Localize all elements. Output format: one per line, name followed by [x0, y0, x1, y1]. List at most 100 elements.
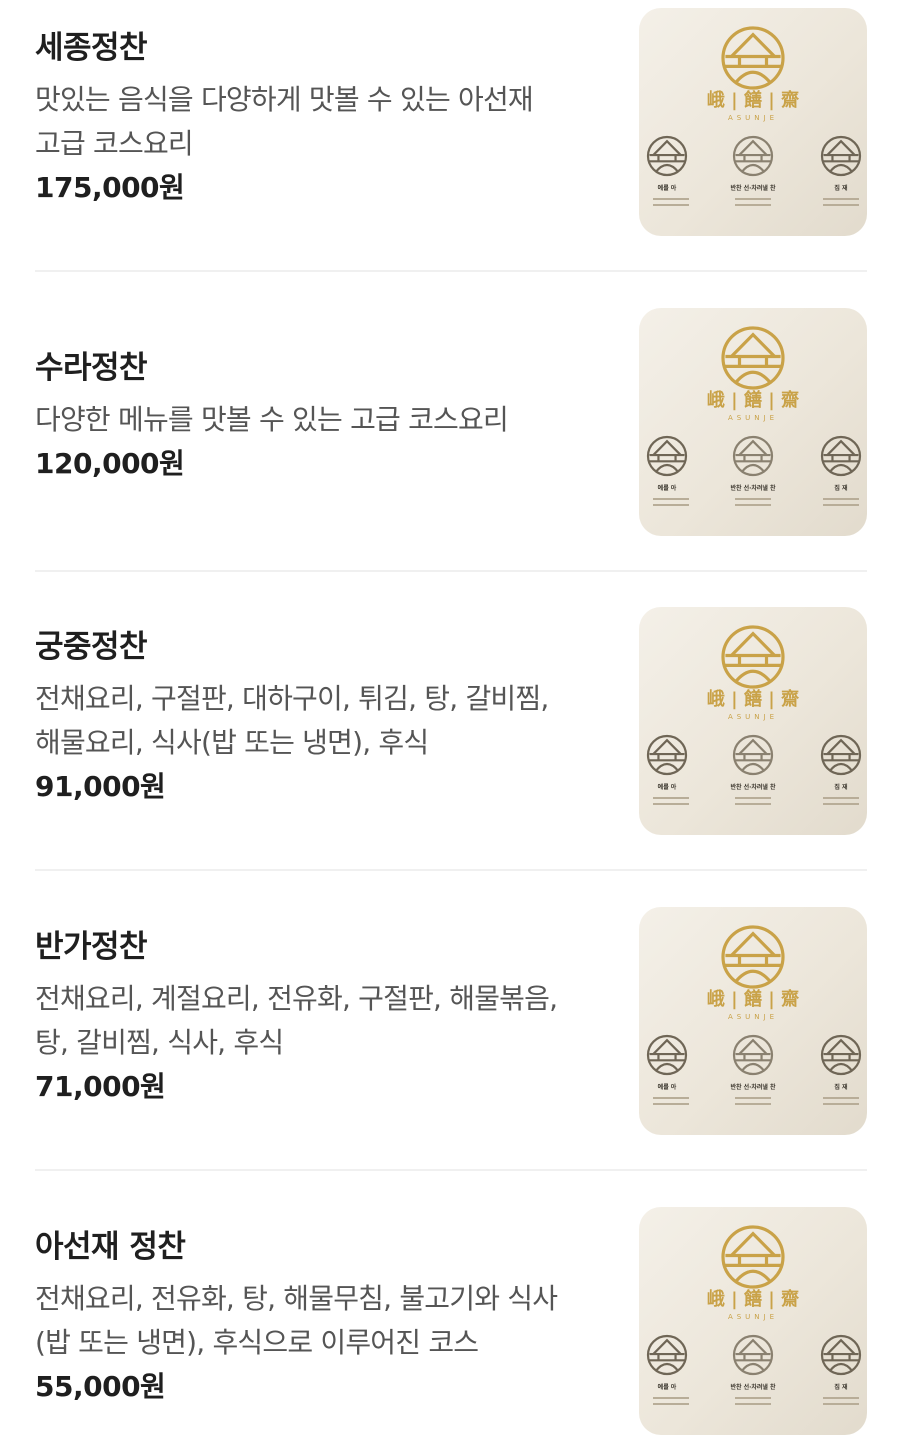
- fine-print: [735, 1403, 771, 1405]
- fine-print: [653, 498, 689, 500]
- menu-item-description-line: (밥 또는 냉면), 후식으로 이루어진 코스: [35, 1326, 479, 1359]
- fine-print: [823, 1097, 859, 1099]
- sub-emblem-icon: [732, 1034, 774, 1076]
- sub-emblem-icon: [820, 1034, 862, 1076]
- menu-item-name: 아선재 정찬: [35, 1229, 186, 1265]
- sub-emblem-label: 집 재: [834, 783, 848, 791]
- fine-print: [653, 803, 689, 805]
- sub-emblem-label: 예를 아: [658, 1083, 677, 1091]
- menu-item-text: 세종정찬 맛있는 음식을 다양하게 맛볼 수 있는 아선재 고급 코스요리 17…: [35, 28, 605, 208]
- brand-emblem-icon: [721, 1225, 785, 1289]
- brand-hanja-logo: 峨 | 饍 | 齋: [707, 688, 799, 710]
- fine-print: [653, 204, 689, 206]
- sub-emblem-icon: [820, 135, 862, 177]
- sub-emblem-icon: [646, 1034, 688, 1076]
- sub-emblem-label: 반찬 선·차려낼 찬: [730, 783, 776, 791]
- brand-logo-picture: 峨 | 饍 | 齋 ASUNJE 예를 아 반찬 선·차려낼 찬 집 재: [646, 1225, 862, 1405]
- menu-item-thumbnail[interactable]: 峨 | 饍 | 齋 ASUNJE 예를 아 반찬 선·차려낼 찬 집 재: [639, 308, 867, 536]
- menu-item-thumbnail[interactable]: 峨 | 饍 | 齋 ASUNJE 예를 아 반찬 선·차려낼 찬 집 재: [639, 1207, 867, 1435]
- menu-item-thumbnail[interactable]: 峨 | 饍 | 齋 ASUNJE 예를 아 반찬 선·차려낼 찬 집 재: [639, 8, 867, 236]
- fine-print: [735, 198, 771, 200]
- brand-hanja-logo: 峨 | 饍 | 齋: [707, 89, 799, 111]
- brand-emblem-icon: [721, 326, 785, 390]
- menu-item-description: 맛있는 음식을 다양하게 맛볼 수 있는 아선재 고급 코스요리: [35, 78, 605, 166]
- sub-emblem-label: 반찬 선·차려낼 찬: [730, 184, 776, 192]
- brand-logo-picture: 峨 | 饍 | 齋 ASUNJE 예를 아 반찬 선·차려낼 찬 집 재: [646, 326, 862, 506]
- fine-print: [653, 1397, 689, 1399]
- fine-print: [823, 797, 859, 799]
- fine-print: [653, 1097, 689, 1099]
- fine-print: [735, 1097, 771, 1099]
- fine-print: [735, 803, 771, 805]
- menu-item-description-line: 전채요리, 구절판, 대하구이, 튀김, 탕, 갈비찜,: [35, 682, 549, 715]
- fine-print: [653, 1103, 689, 1105]
- divider: [35, 1169, 867, 1171]
- menu-item-description-line: 해물요리, 식사(밥 또는 냉면), 후식: [35, 726, 429, 759]
- fine-print: [735, 797, 771, 799]
- menu-item-text: 궁중정찬 전채요리, 구절판, 대하구이, 튀김, 탕, 갈비찜, 해물요리, …: [35, 627, 605, 807]
- menu-item-name: 궁중정찬: [35, 629, 148, 665]
- fine-print: [823, 803, 859, 805]
- brand-latin-logo: ASUNJE: [728, 1313, 778, 1321]
- fine-print: [735, 504, 771, 506]
- fine-print: [823, 198, 859, 200]
- menu-item-text: 반가정찬 전채요리, 계절요리, 전유화, 구절판, 해물볶음, 탕, 갈비찜,…: [35, 927, 605, 1107]
- fine-print: [735, 498, 771, 500]
- fine-print: [823, 498, 859, 500]
- menu-item-thumbnail[interactable]: 峨 | 饍 | 齋 ASUNJE 예를 아 반찬 선·차려낼 찬 집 재: [639, 907, 867, 1135]
- brand-emblem-icon: [721, 625, 785, 689]
- menu-item-gungjung[interactable]: 궁중정찬 전채요리, 구절판, 대하구이, 튀김, 탕, 갈비찜, 해물요리, …: [35, 607, 867, 837]
- fine-print: [735, 204, 771, 206]
- brand-logo-picture: 峨 | 饍 | 齋 ASUNJE 예를 아 반찬 선·차려낼 찬 집 재: [646, 26, 862, 206]
- sub-emblem-label: 예를 아: [658, 484, 677, 492]
- menu-item-description: 전채요리, 계절요리, 전유화, 구절판, 해물볶음, 탕, 갈비찜, 식사, …: [35, 977, 605, 1065]
- sub-emblem-label: 집 재: [834, 1383, 848, 1391]
- menu-item-description: 다양한 메뉴를 맛볼 수 있는 고급 코스요리: [35, 398, 605, 442]
- brand-logo-picture: 峨 | 饍 | 齋 ASUNJE 예를 아 반찬 선·차려낼 찬 집 재: [646, 925, 862, 1105]
- sub-emblem-icon: [732, 1334, 774, 1376]
- sub-emblem-label: 예를 아: [658, 783, 677, 791]
- menu-item-price: 175,000원: [35, 171, 185, 204]
- menu-item-description-line: 고급 코스요리: [35, 127, 194, 160]
- sub-emblem-icon: [732, 435, 774, 477]
- sub-emblem-label: 반찬 선·차려낼 찬: [730, 1383, 776, 1391]
- fine-print: [735, 1103, 771, 1105]
- menu-item-sura[interactable]: 수라정찬 다양한 메뉴를 맛볼 수 있는 고급 코스요리 120,000원 峨 …: [35, 308, 867, 538]
- brand-hanja-logo: 峨 | 饍 | 齋: [707, 988, 799, 1010]
- sub-emblem-icon: [820, 435, 862, 477]
- sub-emblem-label: 반찬 선·차려낼 찬: [730, 1083, 776, 1091]
- divider: [35, 869, 867, 871]
- sub-emblem-label: 예를 아: [658, 1383, 677, 1391]
- sub-emblem-icon: [646, 734, 688, 776]
- sub-emblem-icon: [732, 734, 774, 776]
- menu-item-name: 세종정찬: [35, 30, 148, 66]
- menu-item-name: 반가정찬: [35, 929, 148, 965]
- menu-item-banga[interactable]: 반가정찬 전채요리, 계절요리, 전유화, 구절판, 해물볶음, 탕, 갈비찜,…: [35, 907, 867, 1137]
- menu-item-price: 71,000원: [35, 1070, 166, 1103]
- menu-item-sejong[interactable]: 세종정찬 맛있는 음식을 다양하게 맛볼 수 있는 아선재 고급 코스요리 17…: [35, 8, 867, 238]
- sub-emblem-icon: [820, 734, 862, 776]
- fine-print: [735, 1397, 771, 1399]
- menu-item-price: 120,000원: [35, 447, 185, 480]
- sub-emblem-icon: [646, 1334, 688, 1376]
- menu-item-description-line: 탕, 갈비찜, 식사, 후식: [35, 1026, 284, 1059]
- brand-hanja-logo: 峨 | 饍 | 齋: [707, 1288, 799, 1310]
- menu-item-description: 전채요리, 구절판, 대하구이, 튀김, 탕, 갈비찜, 해물요리, 식사(밥 …: [35, 677, 605, 765]
- brand-emblem-icon: [721, 26, 785, 90]
- fine-print: [823, 1397, 859, 1399]
- menu-item-thumbnail[interactable]: 峨 | 饍 | 齋 ASUNJE 예를 아 반찬 선·차려낼 찬 집 재: [639, 607, 867, 835]
- menu-item-asunje[interactable]: 아선재 정찬 전채요리, 전유화, 탕, 해물무침, 불고기와 식사 (밥 또는…: [35, 1207, 867, 1437]
- menu-item-description-line: 전채요리, 계절요리, 전유화, 구절판, 해물볶음,: [35, 982, 558, 1015]
- fine-print: [823, 1403, 859, 1405]
- brand-hanja-logo: 峨 | 饍 | 齋: [707, 389, 799, 411]
- brand-latin-logo: ASUNJE: [728, 114, 778, 122]
- menu-item-text: 수라정찬 다양한 메뉴를 맛볼 수 있는 고급 코스요리 120,000원: [35, 348, 605, 484]
- sub-emblem-label: 반찬 선·차려낼 찬: [730, 484, 776, 492]
- sub-emblem-label: 집 재: [834, 484, 848, 492]
- fine-print: [653, 797, 689, 799]
- sub-emblem-label: 집 재: [834, 184, 848, 192]
- brand-emblem-icon: [721, 925, 785, 989]
- menu-item-description-line: 전채요리, 전유화, 탕, 해물무침, 불고기와 식사: [35, 1282, 558, 1315]
- brand-latin-logo: ASUNJE: [728, 713, 778, 721]
- brand-latin-logo: ASUNJE: [728, 414, 778, 422]
